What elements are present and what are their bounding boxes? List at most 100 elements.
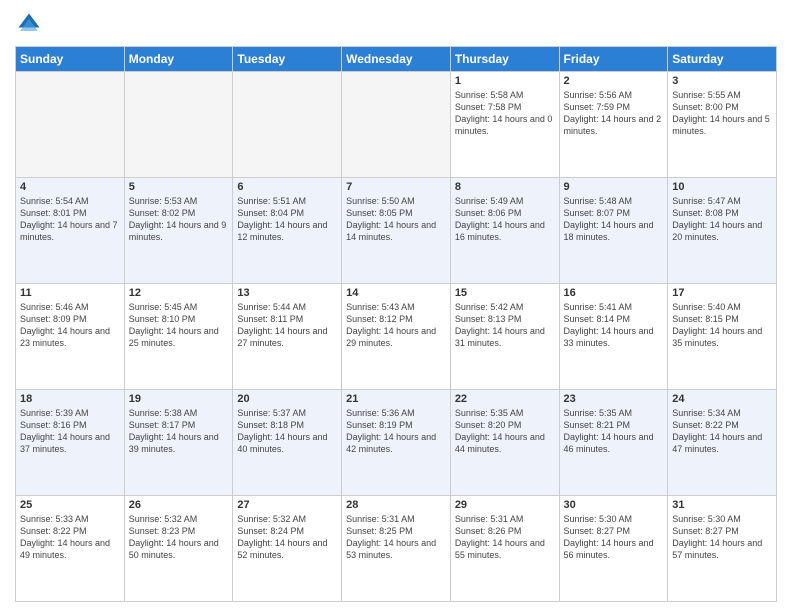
calendar-cell: 30 Sunrise: 5:30 AMSunset: 8:27 PMDaylig…	[559, 496, 668, 602]
weekday-header-sunday: Sunday	[16, 47, 125, 72]
weekday-header-tuesday: Tuesday	[233, 47, 342, 72]
logo	[15, 10, 47, 38]
day-number: 19	[129, 393, 229, 405]
day-number: 12	[129, 287, 229, 299]
day-number: 15	[455, 287, 555, 299]
weekday-header-thursday: Thursday	[450, 47, 559, 72]
day-info: Sunrise: 5:46 AMSunset: 8:09 PMDaylight:…	[20, 302, 110, 348]
logo-icon	[15, 10, 43, 38]
day-info: Sunrise: 5:39 AMSunset: 8:16 PMDaylight:…	[20, 408, 110, 454]
calendar-week-row: 25 Sunrise: 5:33 AMSunset: 8:22 PMDaylig…	[16, 496, 777, 602]
day-info: Sunrise: 5:33 AMSunset: 8:22 PMDaylight:…	[20, 514, 110, 560]
calendar-cell: 31 Sunrise: 5:30 AMSunset: 8:27 PMDaylig…	[668, 496, 777, 602]
day-info: Sunrise: 5:58 AMSunset: 7:58 PMDaylight:…	[455, 90, 553, 136]
day-info: Sunrise: 5:32 AMSunset: 8:23 PMDaylight:…	[129, 514, 219, 560]
day-info: Sunrise: 5:50 AMSunset: 8:05 PMDaylight:…	[346, 196, 436, 242]
calendar-cell: 14 Sunrise: 5:43 AMSunset: 8:12 PMDaylig…	[342, 284, 451, 390]
header	[15, 10, 777, 38]
day-info: Sunrise: 5:42 AMSunset: 8:13 PMDaylight:…	[455, 302, 545, 348]
day-info: Sunrise: 5:35 AMSunset: 8:21 PMDaylight:…	[564, 408, 654, 454]
day-info: Sunrise: 5:37 AMSunset: 8:18 PMDaylight:…	[237, 408, 327, 454]
calendar-cell: 3 Sunrise: 5:55 AMSunset: 8:00 PMDayligh…	[668, 72, 777, 178]
day-info: Sunrise: 5:40 AMSunset: 8:15 PMDaylight:…	[672, 302, 762, 348]
day-number: 3	[672, 75, 772, 87]
day-info: Sunrise: 5:48 AMSunset: 8:07 PMDaylight:…	[564, 196, 654, 242]
calendar-cell: 24 Sunrise: 5:34 AMSunset: 8:22 PMDaylig…	[668, 390, 777, 496]
day-info: Sunrise: 5:36 AMSunset: 8:19 PMDaylight:…	[346, 408, 436, 454]
day-number: 31	[672, 499, 772, 511]
day-info: Sunrise: 5:30 AMSunset: 8:27 PMDaylight:…	[564, 514, 654, 560]
day-number: 7	[346, 181, 446, 193]
calendar-cell: 29 Sunrise: 5:31 AMSunset: 8:26 PMDaylig…	[450, 496, 559, 602]
day-info: Sunrise: 5:32 AMSunset: 8:24 PMDaylight:…	[237, 514, 327, 560]
calendar-cell: 8 Sunrise: 5:49 AMSunset: 8:06 PMDayligh…	[450, 178, 559, 284]
day-number: 10	[672, 181, 772, 193]
day-info: Sunrise: 5:43 AMSunset: 8:12 PMDaylight:…	[346, 302, 436, 348]
calendar-cell: 13 Sunrise: 5:44 AMSunset: 8:11 PMDaylig…	[233, 284, 342, 390]
calendar-cell: 20 Sunrise: 5:37 AMSunset: 8:18 PMDaylig…	[233, 390, 342, 496]
day-info: Sunrise: 5:34 AMSunset: 8:22 PMDaylight:…	[672, 408, 762, 454]
day-info: Sunrise: 5:35 AMSunset: 8:20 PMDaylight:…	[455, 408, 545, 454]
calendar-cell: 7 Sunrise: 5:50 AMSunset: 8:05 PMDayligh…	[342, 178, 451, 284]
day-info: Sunrise: 5:55 AMSunset: 8:00 PMDaylight:…	[672, 90, 770, 136]
calendar-cell: 27 Sunrise: 5:32 AMSunset: 8:24 PMDaylig…	[233, 496, 342, 602]
day-number: 14	[346, 287, 446, 299]
day-info: Sunrise: 5:54 AMSunset: 8:01 PMDaylight:…	[20, 196, 118, 242]
weekday-header-monday: Monday	[124, 47, 233, 72]
day-number: 1	[455, 75, 555, 87]
day-info: Sunrise: 5:47 AMSunset: 8:08 PMDaylight:…	[672, 196, 762, 242]
day-number: 25	[20, 499, 120, 511]
day-info: Sunrise: 5:49 AMSunset: 8:06 PMDaylight:…	[455, 196, 545, 242]
day-number: 27	[237, 499, 337, 511]
calendar-cell: 15 Sunrise: 5:42 AMSunset: 8:13 PMDaylig…	[450, 284, 559, 390]
calendar-cell: 10 Sunrise: 5:47 AMSunset: 8:08 PMDaylig…	[668, 178, 777, 284]
calendar-cell: 12 Sunrise: 5:45 AMSunset: 8:10 PMDaylig…	[124, 284, 233, 390]
day-number: 11	[20, 287, 120, 299]
day-number: 28	[346, 499, 446, 511]
day-number: 13	[237, 287, 337, 299]
calendar-cell: 22 Sunrise: 5:35 AMSunset: 8:20 PMDaylig…	[450, 390, 559, 496]
weekday-header-saturday: Saturday	[668, 47, 777, 72]
day-number: 6	[237, 181, 337, 193]
calendar-cell: 2 Sunrise: 5:56 AMSunset: 7:59 PMDayligh…	[559, 72, 668, 178]
day-number: 2	[564, 75, 664, 87]
day-info: Sunrise: 5:31 AMSunset: 8:25 PMDaylight:…	[346, 514, 436, 560]
calendar-week-row: 4 Sunrise: 5:54 AMSunset: 8:01 PMDayligh…	[16, 178, 777, 284]
day-info: Sunrise: 5:51 AMSunset: 8:04 PMDaylight:…	[237, 196, 327, 242]
day-info: Sunrise: 5:31 AMSunset: 8:26 PMDaylight:…	[455, 514, 545, 560]
day-number: 16	[564, 287, 664, 299]
calendar-week-row: 1 Sunrise: 5:58 AMSunset: 7:58 PMDayligh…	[16, 72, 777, 178]
weekday-header-friday: Friday	[559, 47, 668, 72]
day-number: 22	[455, 393, 555, 405]
day-info: Sunrise: 5:45 AMSunset: 8:10 PMDaylight:…	[129, 302, 219, 348]
day-number: 23	[564, 393, 664, 405]
calendar-cell: 5 Sunrise: 5:53 AMSunset: 8:02 PMDayligh…	[124, 178, 233, 284]
calendar-cell: 11 Sunrise: 5:46 AMSunset: 8:09 PMDaylig…	[16, 284, 125, 390]
day-number: 29	[455, 499, 555, 511]
weekday-header-row: SundayMondayTuesdayWednesdayThursdayFrid…	[16, 47, 777, 72]
calendar-cell: 4 Sunrise: 5:54 AMSunset: 8:01 PMDayligh…	[16, 178, 125, 284]
weekday-header-wednesday: Wednesday	[342, 47, 451, 72]
calendar-week-row: 11 Sunrise: 5:46 AMSunset: 8:09 PMDaylig…	[16, 284, 777, 390]
calendar-cell	[16, 72, 125, 178]
calendar-cell: 19 Sunrise: 5:38 AMSunset: 8:17 PMDaylig…	[124, 390, 233, 496]
day-number: 20	[237, 393, 337, 405]
calendar-cell	[342, 72, 451, 178]
page: SundayMondayTuesdayWednesdayThursdayFrid…	[0, 0, 792, 612]
day-number: 8	[455, 181, 555, 193]
calendar-cell	[233, 72, 342, 178]
day-info: Sunrise: 5:56 AMSunset: 7:59 PMDaylight:…	[564, 90, 662, 136]
calendar-cell: 26 Sunrise: 5:32 AMSunset: 8:23 PMDaylig…	[124, 496, 233, 602]
calendar-cell: 18 Sunrise: 5:39 AMSunset: 8:16 PMDaylig…	[16, 390, 125, 496]
calendar-cell: 21 Sunrise: 5:36 AMSunset: 8:19 PMDaylig…	[342, 390, 451, 496]
calendar-cell: 1 Sunrise: 5:58 AMSunset: 7:58 PMDayligh…	[450, 72, 559, 178]
day-number: 24	[672, 393, 772, 405]
calendar-cell: 16 Sunrise: 5:41 AMSunset: 8:14 PMDaylig…	[559, 284, 668, 390]
day-number: 26	[129, 499, 229, 511]
day-info: Sunrise: 5:41 AMSunset: 8:14 PMDaylight:…	[564, 302, 654, 348]
calendar-week-row: 18 Sunrise: 5:39 AMSunset: 8:16 PMDaylig…	[16, 390, 777, 496]
day-info: Sunrise: 5:53 AMSunset: 8:02 PMDaylight:…	[129, 196, 227, 242]
day-number: 17	[672, 287, 772, 299]
calendar-cell: 28 Sunrise: 5:31 AMSunset: 8:25 PMDaylig…	[342, 496, 451, 602]
day-number: 30	[564, 499, 664, 511]
